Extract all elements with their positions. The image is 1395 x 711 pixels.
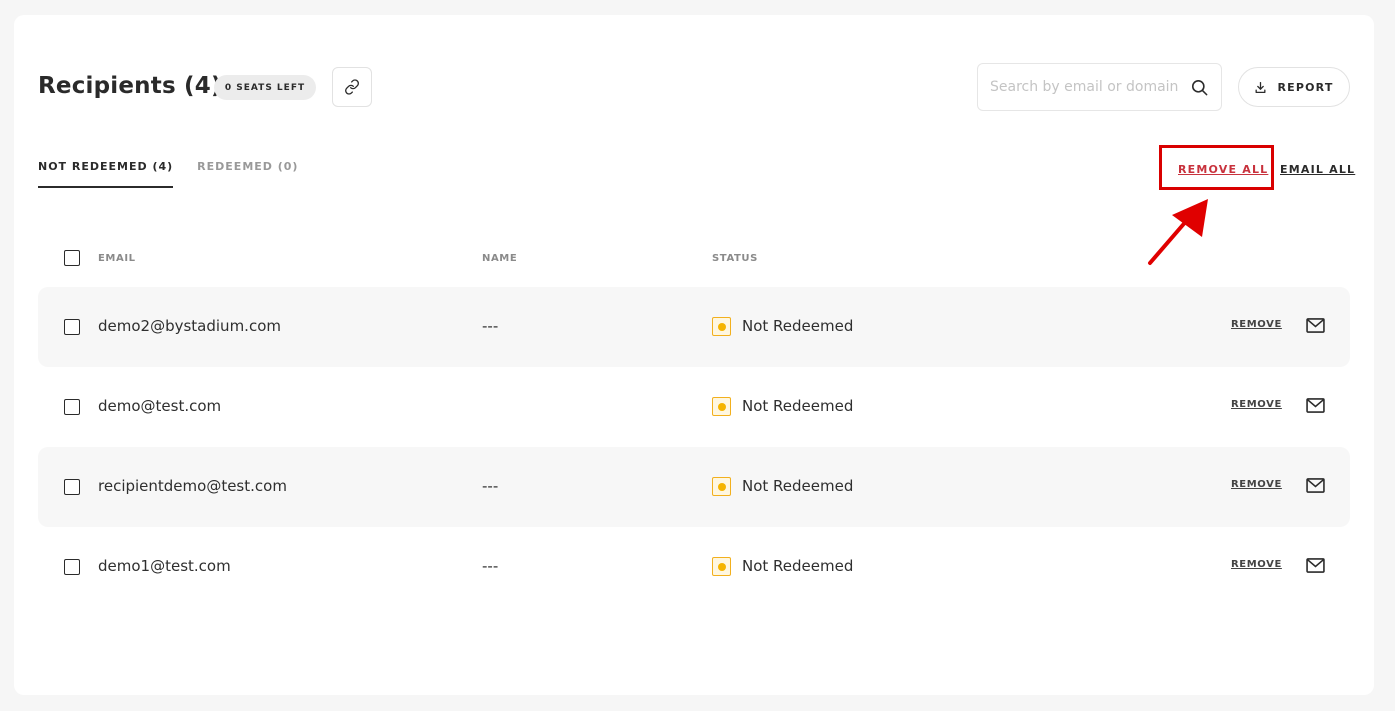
tab-not-redeemed[interactable]: NOT REDEEMED (4): [38, 160, 174, 188]
status-dot-icon: [712, 397, 731, 416]
column-header-name: NAME: [482, 253, 518, 264]
search-icon[interactable]: [1190, 78, 1209, 97]
tab-redeemed[interactable]: REDEEMED (0): [197, 160, 298, 188]
row-remove-link[interactable]: REMOVE: [1231, 319, 1282, 330]
recipients-card: Recipients (4) 0 SEATS LEFT REPORT NOT R…: [14, 15, 1374, 695]
remove-all-link[interactable]: REMOVE ALL: [1178, 163, 1268, 176]
table-row: recipientdemo@test.com --- Not Redeemed …: [38, 447, 1350, 527]
mail-icon[interactable]: [1306, 558, 1325, 573]
download-icon: [1255, 81, 1266, 93]
row-name: ---: [482, 557, 499, 575]
email-all-link[interactable]: EMAIL ALL: [1280, 163, 1355, 176]
status-dot-icon: [712, 317, 731, 336]
row-checkbox[interactable]: [64, 319, 80, 335]
row-remove-link[interactable]: REMOVE: [1231, 399, 1282, 410]
seats-left-badge: 0 SEATS LEFT: [214, 75, 316, 100]
column-header-status: STATUS: [712, 253, 758, 264]
column-header-email: EMAIL: [98, 253, 136, 264]
report-label: REPORT: [1277, 80, 1334, 94]
table-row: demo2@bystadium.com --- Not Redeemed REM…: [38, 287, 1350, 367]
row-remove-link[interactable]: REMOVE: [1231, 559, 1282, 570]
search-box: [977, 63, 1222, 111]
mail-icon[interactable]: [1306, 398, 1325, 413]
row-remove-link[interactable]: REMOVE: [1231, 479, 1282, 490]
table-row: demo@test.com Not Redeemed REMOVE: [38, 367, 1350, 447]
status-dot-icon: [712, 477, 731, 496]
row-name: ---: [482, 317, 499, 335]
row-email: demo2@bystadium.com: [98, 317, 281, 335]
row-email: demo@test.com: [98, 397, 222, 415]
mail-icon[interactable]: [1306, 318, 1325, 333]
link-icon: [345, 79, 359, 95]
row-status: Not Redeemed: [742, 397, 854, 415]
row-checkbox[interactable]: [64, 479, 80, 495]
row-name: ---: [482, 477, 499, 495]
status-dot-icon: [712, 557, 731, 576]
row-status: Not Redeemed: [742, 477, 854, 495]
row-checkbox[interactable]: [64, 559, 80, 575]
row-checkbox[interactable]: [64, 399, 80, 415]
row-email: demo1@test.com: [98, 557, 231, 575]
tab-bar: NOT REDEEMED (4) REDEEMED (0): [38, 160, 298, 188]
row-email: recipientdemo@test.com: [98, 477, 287, 495]
page-title: Recipients (4): [38, 73, 222, 99]
search-input[interactable]: [990, 64, 1185, 110]
table-header: EMAIL NAME STATUS: [38, 247, 1350, 271]
mail-icon[interactable]: [1306, 478, 1325, 493]
copy-link-button[interactable]: [332, 67, 372, 107]
row-status: Not Redeemed: [742, 557, 854, 575]
select-all-checkbox[interactable]: [64, 250, 80, 266]
table-row: demo1@test.com --- Not Redeemed REMOVE: [38, 527, 1350, 607]
report-button[interactable]: REPORT: [1238, 67, 1350, 107]
row-status: Not Redeemed: [742, 317, 854, 335]
